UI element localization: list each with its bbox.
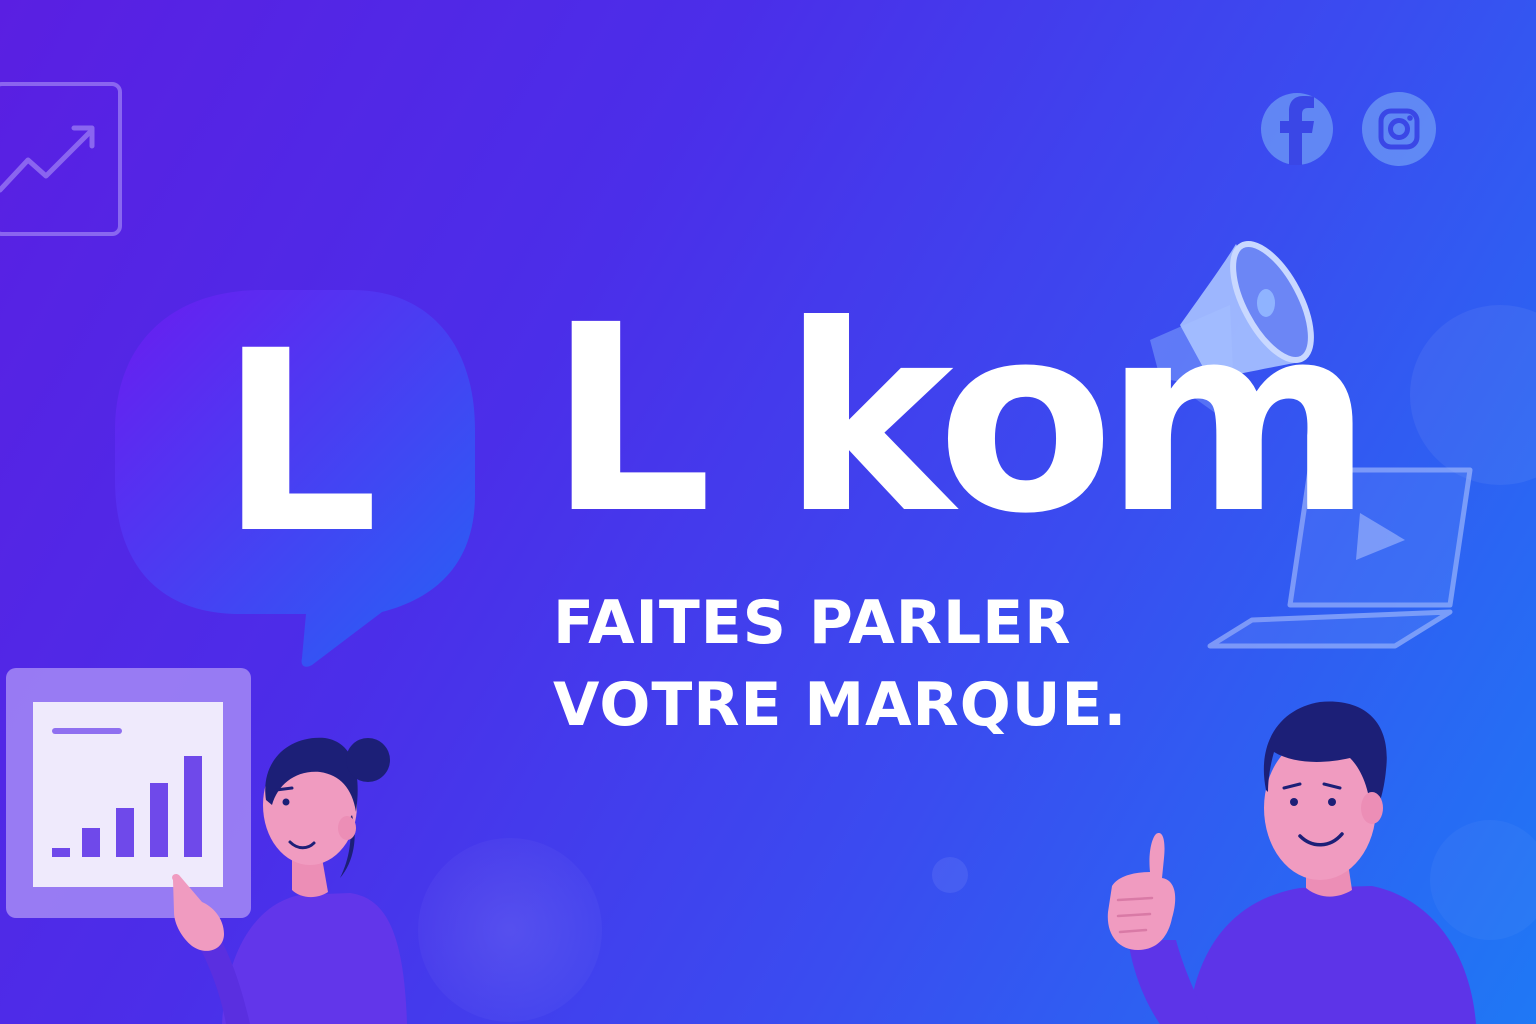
man-illustration bbox=[1107, 701, 1476, 1024]
brand-wordmark: L kom bbox=[548, 270, 1373, 570]
tagline-line-1: FAITES PARLER bbox=[553, 588, 1072, 658]
bar-chart-board-icon bbox=[6, 668, 251, 918]
soft-circle bbox=[1410, 305, 1536, 485]
logo-letter: L bbox=[219, 297, 379, 588]
soft-dot bbox=[932, 857, 968, 893]
trend-chart-icon bbox=[0, 82, 122, 236]
hero-banner: L L kom FAITES PARLER VOTRE MARQUE. bbox=[0, 0, 1536, 1024]
facebook-icon[interactable] bbox=[1261, 93, 1333, 165]
tagline-line-2: VOTRE MARQUE. bbox=[553, 670, 1128, 740]
instagram-icon[interactable] bbox=[1362, 92, 1436, 166]
soft-circle bbox=[1430, 820, 1536, 940]
soft-circle bbox=[418, 838, 602, 1022]
